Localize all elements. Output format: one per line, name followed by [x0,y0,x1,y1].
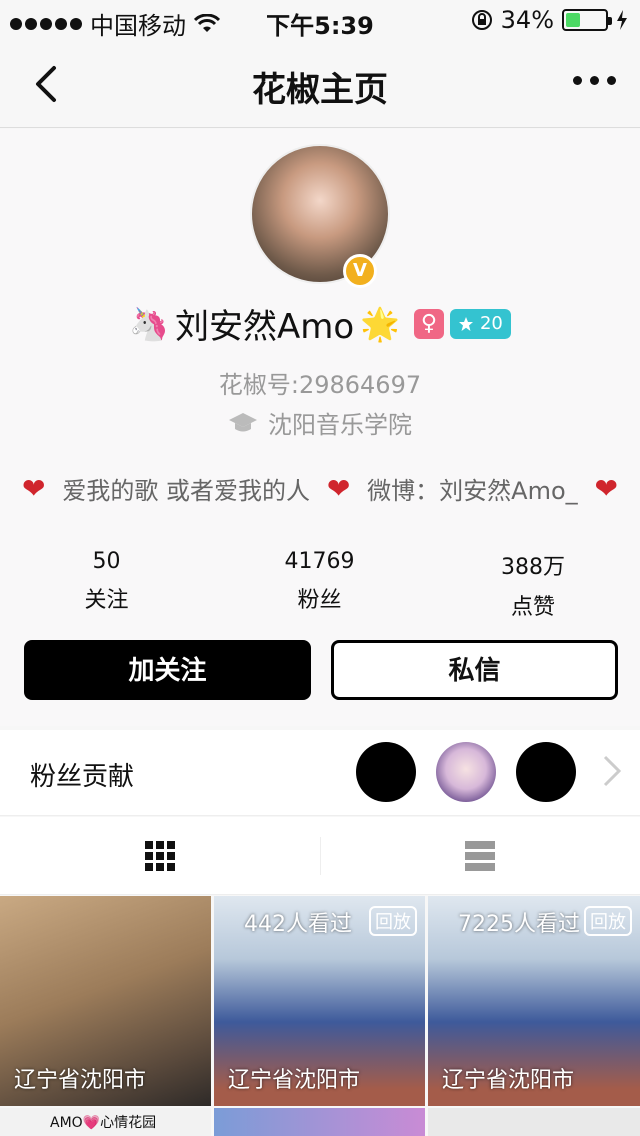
bio-text: 爱我的歌 或者爱我的人 [62,477,310,505]
message-button[interactable]: 私信 [331,640,618,700]
thumbnail-views: 442人看过 [244,912,352,937]
unicorn-icon: 🦄 [129,304,169,343]
rotation-lock-icon [471,10,492,30]
battery-icon [562,9,612,31]
profile-section: V 🦄 刘安然Amo 🌟 ♀ 20 花椒号:29864697 沈阳音乐学院 ❤ … [0,129,640,726]
replay-badge: 回放 [584,906,632,936]
video-thumbnail[interactable]: 辽宁省沈阳市 [0,896,211,1106]
fans-contribution-row[interactable]: 粉丝贡献 [0,730,640,816]
level-badge: 20 [449,308,511,339]
name-row: 🦄 刘安然Amo 🌟 ♀ 20 [0,299,640,348]
status-bar: 中国移动 下午5:39 34% [0,0,640,40]
fan-avatar [516,742,576,802]
stat-value: 388万 [501,555,565,580]
stat-following[interactable]: 50 关注 [0,549,213,621]
video-thumbnail[interactable]: AMO💗心情花园 [0,1108,211,1136]
huajiao-id: 花椒号:29864697 [218,371,422,399]
replay-badge: 回放 [369,906,417,936]
fans-contribution-label: 粉丝贡献 [30,762,135,792]
battery-percent: 34% [500,6,554,34]
video-grid: 辽宁省沈阳市 442人看过 回放 辽宁省沈阳市 7225人看过 回放 辽宁省沈阳… [0,896,640,1136]
stat-followers[interactable]: 41769 粉丝 [213,549,426,621]
stat-label: 粉丝 [297,588,342,613]
thumbnail-caption: AMO💗心情花园 [50,1115,157,1131]
video-thumbnail[interactable] [428,1108,640,1136]
follow-button[interactable]: 加关注 [24,640,311,700]
graduation-cap-icon [229,412,257,431]
heart-icon: ❤ [594,472,618,505]
charging-icon [617,10,627,30]
stats-row: 50 关注 41769 粉丝 388万 点赞 [0,549,640,621]
view-tabs [0,817,640,895]
fan-avatar [356,742,416,802]
nav-bar: 花椒主页 [0,40,640,128]
stat-likes[interactable]: 388万 点赞 [426,549,640,621]
school-name: 沈阳音乐学院 [268,411,412,439]
video-thumbnail[interactable]: 7225人看过 回放 辽宁省沈阳市 [428,896,640,1106]
heart-icon: ❤ [22,472,46,505]
fan-avatar [436,742,496,802]
more-icon[interactable] [573,76,616,85]
chevron-right-icon [603,755,622,787]
video-thumbnail[interactable] [214,1108,425,1136]
stat-value: 50 [92,549,121,574]
tab-list-view[interactable] [320,817,640,895]
stat-label: 关注 [84,588,129,613]
page-title: 花椒主页 [252,70,388,110]
user-name: 刘安然Amo [174,307,355,347]
stat-value: 41769 [284,549,355,574]
school-row: 沈阳音乐学院 [0,405,640,440]
status-right: 34% [471,6,628,34]
bio-weibo: 微博：刘安然Amo_ [367,477,578,505]
heart-icon: ❤ [326,472,351,505]
grid-icon [145,841,175,871]
thumbnail-location: 辽宁省沈阳市 [442,1068,575,1093]
thumbnail-location: 辽宁省沈阳市 [228,1068,361,1093]
female-icon: ♀ [413,308,444,339]
star-icon: 🌟 [360,304,400,343]
verified-badge: V [343,254,377,288]
list-icon [465,841,495,871]
video-thumbnail[interactable]: 442人看过 回放 辽宁省沈阳市 [214,896,425,1106]
bio: ❤ 爱我的歌 或者爱我的人 ❤ 微博：刘安然Amo_ ❤ [22,471,618,506]
level-star-icon [458,316,473,331]
tab-grid-view[interactable] [0,817,320,895]
thumbnail-views: 7225人看过 [458,912,580,937]
stat-label: 点赞 [510,595,555,620]
level-value: 20 [479,312,503,334]
thumbnail-location: 辽宁省沈阳市 [14,1068,147,1093]
